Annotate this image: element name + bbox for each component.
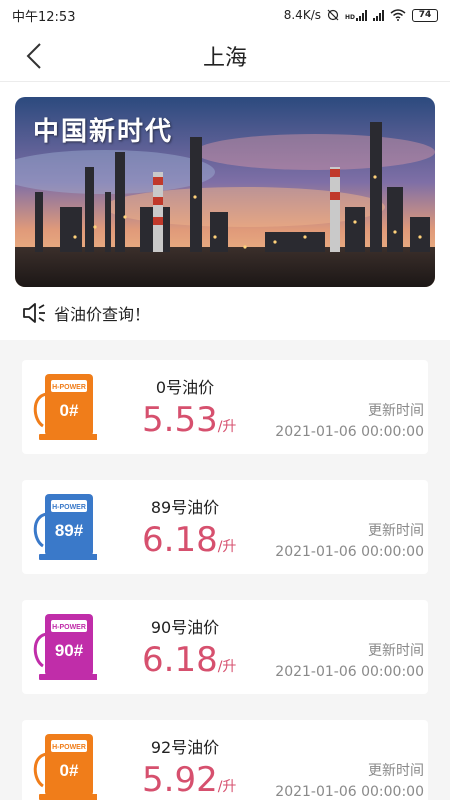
update-label: 更新时间: [368, 523, 424, 539]
fuel-pump-blue-icon: H-POWER 89#: [33, 494, 97, 560]
fuel-price: 5.92/升: [142, 760, 236, 800]
price-value: 6.18: [142, 640, 218, 680]
fuel-price: 6.18/升: [142, 520, 236, 567]
fuel-name: 89号油价: [150, 498, 220, 517]
back-button[interactable]: [18, 40, 50, 72]
fuel-pump-orange-icon: H-POWER 0#: [33, 734, 97, 800]
fuel-card-0[interactable]: H-POWER 0# 0号油价 5.53/升 更新时间 2021-01-06 0…: [22, 360, 428, 454]
update-label: 更新时间: [368, 643, 424, 659]
nav-bar: 上海: [0, 30, 450, 82]
update-label: 更新时间: [368, 403, 424, 419]
price-value: 6.18: [142, 520, 218, 560]
price-value: 5.53: [142, 400, 218, 440]
pump-brand: H-POWER: [52, 624, 86, 631]
update-time: 2021-01-06 00:00:00: [275, 424, 424, 440]
fuel-card-1[interactable]: H-POWER 89# 89号油价 6.18/升 更新时间 2021-01-06…: [22, 480, 428, 574]
pump-brand: H-POWER: [52, 384, 86, 391]
chevron-left-icon: [26, 43, 41, 69]
network-speed: 8.4K/s: [283, 8, 321, 22]
update-time: 2021-01-06 00:00:00: [275, 784, 424, 800]
pump-brand: H-POWER: [52, 504, 86, 511]
banner-text: 中国新时代: [33, 117, 174, 147]
status-time: 中午12:53: [12, 9, 76, 25]
fuel-price: 6.18/升: [142, 640, 236, 687]
pump-code: 89#: [55, 521, 84, 540]
pump-code: 0#: [60, 401, 79, 420]
battery-icon: 74: [412, 8, 438, 22]
page-title: 上海: [202, 45, 247, 71]
price-unit: /升: [217, 659, 237, 675]
status-icons: 8.4K/s HD 74: [284, 8, 438, 22]
price-list: H-POWER 0# 0号油价 5.53/升 更新时间 2021-01-06 0…: [0, 340, 450, 800]
fuel-card-2[interactable]: H-POWER 90# 90号油价 6.18/升 更新时间 2021-01-06…: [22, 600, 428, 694]
main-content: 中国新时代 省油价查询！ H-POWER 0# 0号油价 5.53/升 更新时间…: [0, 82, 450, 800]
price-unit: /升: [217, 539, 237, 555]
update-time: 2021-01-06 00:00:00: [275, 544, 424, 560]
signal-icon-2: [373, 9, 384, 21]
fuel-name: 0号油价: [155, 378, 215, 397]
pump-brand: H-POWER: [52, 744, 86, 751]
update-label: 更新时间: [368, 763, 424, 779]
speaker-icon: [23, 303, 45, 323]
fuel-pump-magenta-icon: H-POWER 90#: [33, 614, 97, 680]
fuel-pump-orange-icon: H-POWER 0#: [33, 374, 97, 440]
hd-badge: HD: [344, 13, 355, 21]
update-time: 2021-01-06 00:00:00: [275, 664, 424, 680]
price-value: 5.92: [142, 760, 218, 800]
notice: 省油价查询！: [22, 300, 150, 326]
banner-image[interactable]: 中国新时代: [15, 97, 435, 287]
fuel-card-3[interactable]: H-POWER 0# 92号油价 5.92/升 更新时间 2021-01-06 …: [22, 720, 428, 800]
pump-code: 0#: [60, 761, 79, 780]
wifi-icon: [390, 9, 406, 21]
pump-code: 90#: [55, 641, 84, 660]
price-unit: /升: [217, 419, 237, 435]
price-unit: /升: [217, 779, 237, 795]
fuel-price: 5.53/升: [142, 400, 236, 447]
status-bar: 中午12:53 8.4K/s HD 74: [0, 0, 450, 30]
notice-text: 省油价查询！: [54, 305, 151, 324]
signal-icon: [356, 9, 367, 21]
fuel-name: 90号油价: [150, 618, 220, 637]
alarm-off-icon: [327, 9, 339, 21]
fuel-name: 92号油价: [150, 738, 220, 757]
